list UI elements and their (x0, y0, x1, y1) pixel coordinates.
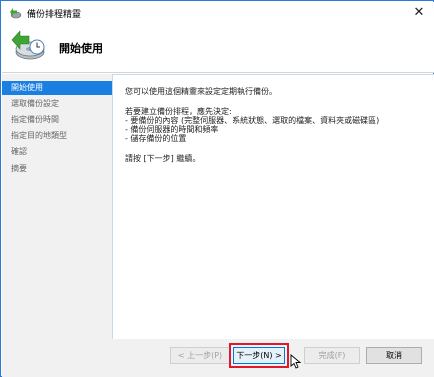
wizard-steps-sidebar: 開始使用 選取備份設定 指定備份時間 指定目的地類型 確認 摘要 (2, 74, 112, 377)
page-title: 開始使用 (59, 42, 103, 55)
decide-heading: 若要建立備份排程，應先決定: (125, 107, 232, 116)
bullet-item: - 備份伺服器的時間和頻率 (125, 125, 219, 134)
sidebar-item-backup-time[interactable]: 指定備份時間 (2, 113, 112, 127)
sidebar-item-getting-started[interactable]: 開始使用 (2, 81, 112, 95)
wizard-window: 備份排程精靈 ✕ 開始使用 開始使用 選取備份設定 指定備份時間 指定目的地類型… (0, 0, 434, 377)
window-title: 備份排程精靈 (27, 10, 82, 20)
mouse-pointer-icon (290, 354, 302, 371)
sidebar-item-summary[interactable]: 摘要 (2, 162, 112, 176)
intro-text: 您可以使用這個精靈來設定定期執行備份。 (125, 87, 277, 96)
close-button[interactable]: ✕ (406, 2, 432, 22)
next-button-highlight (229, 343, 289, 368)
sidebar-item-backup-config[interactable]: 選取備份設定 (2, 97, 112, 111)
title-bar[interactable]: 備份排程精靈 ✕ (2, 2, 434, 23)
previous-button[interactable]: < 上一步(P) (170, 347, 230, 364)
continue-instruction: 請按 [下一步] 繼續。 (125, 154, 201, 163)
bullet-item: - 要備份的內容 (完整伺服器、系統狀態、選取的檔案、資料夾或磁碟區) (125, 116, 380, 125)
cancel-button[interactable]: 取消 (366, 347, 422, 364)
close-icon: ✕ (413, 4, 425, 20)
backup-app-icon (8, 6, 22, 19)
wizard-header: 開始使用 (2, 23, 434, 73)
sidebar-item-confirm[interactable]: 確認 (2, 145, 112, 159)
wizard-content: 您可以使用這個精靈來設定定期執行備份。 若要建立備份排程，應先決定: - 要備份… (112, 74, 434, 339)
bullet-item: - 儲存備份的位置 (125, 134, 187, 143)
sidebar-item-destination-type[interactable]: 指定目的地類型 (2, 129, 112, 143)
finish-button[interactable]: 完成(F) (304, 347, 360, 364)
backup-schedule-icon (8, 25, 48, 65)
